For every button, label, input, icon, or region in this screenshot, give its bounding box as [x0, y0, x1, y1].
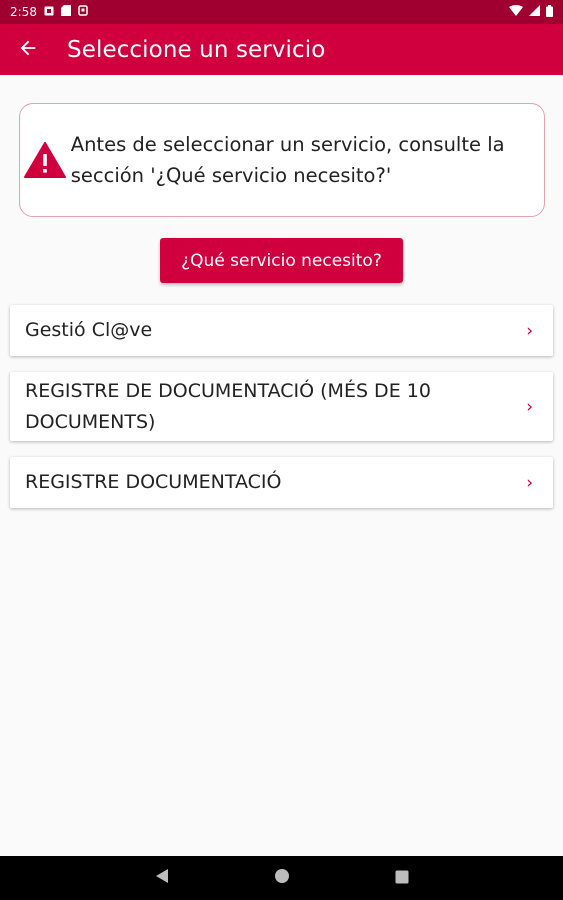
- back-triangle-icon: [155, 868, 169, 888]
- notification-icon: [44, 5, 54, 19]
- recents-square-icon: [395, 869, 409, 888]
- nav-back-button[interactable]: [102, 868, 222, 888]
- chevron-right-icon: ›: [526, 472, 533, 493]
- shield-icon: [78, 5, 88, 19]
- home-circle-icon: [274, 868, 290, 888]
- chevron-right-icon: ›: [526, 320, 533, 341]
- wifi-icon: [509, 5, 523, 19]
- service-label: Gestió Cl@ve: [25, 319, 153, 341]
- nav-home-button[interactable]: [222, 868, 342, 888]
- system-nav-bar: [0, 856, 563, 900]
- service-label: REGISTRE DOCUMENTACIÓ: [25, 471, 282, 493]
- service-item-gestio-clave[interactable]: Gestió Cl@ve ›: [10, 305, 553, 356]
- status-bar: 2:58: [0, 0, 563, 24]
- page-title: Seleccione un servicio: [67, 36, 326, 63]
- service-item-registre-documentacio[interactable]: REGISTRE DOCUMENTACIÓ ›: [10, 457, 553, 508]
- signal-icon: [529, 5, 540, 19]
- arrow-back-icon: [17, 37, 39, 63]
- service-item-registre-mes-10[interactable]: REGISTRE DE DOCUMENTACIÓ (MÉS DE 10 DOCU…: [10, 372, 553, 441]
- sd-card-icon: [60, 5, 71, 19]
- status-time: 2:58: [10, 5, 37, 19]
- which-service-button[interactable]: ¿Qué servicio necesito?: [160, 238, 403, 283]
- alert-message: Antes de seleccionar un servicio, consul…: [70, 133, 505, 187]
- battery-icon: [546, 4, 553, 20]
- chevron-right-icon: ›: [526, 396, 533, 417]
- nav-recents-button[interactable]: [342, 869, 462, 888]
- info-alert: Antes de seleccionar un servicio, consul…: [19, 103, 545, 217]
- warning-icon: [20, 142, 71, 178]
- service-label: REGISTRE DE DOCUMENTACIÓ (MÉS DE 10 DOCU…: [25, 379, 431, 433]
- app-bar: Seleccione un servicio: [0, 24, 563, 75]
- back-button[interactable]: [0, 24, 56, 75]
